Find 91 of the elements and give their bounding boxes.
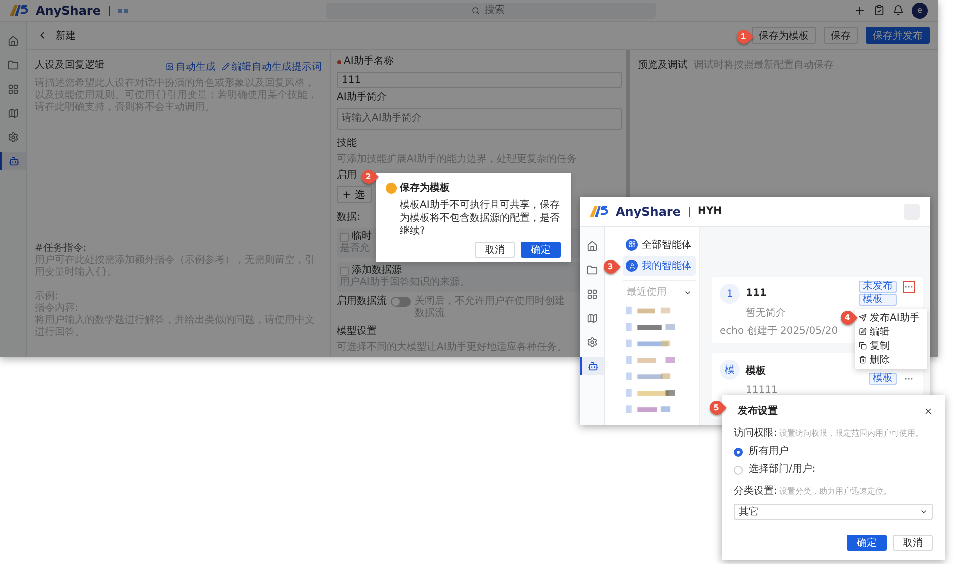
header-button[interactable]: 保存并发布 xyxy=(866,27,930,44)
checkbox[interactable] xyxy=(340,232,349,242)
header-button[interactable]: 保存 xyxy=(824,27,858,44)
plus-icon[interactable] xyxy=(854,4,866,16)
toggle-switch[interactable] xyxy=(391,297,411,307)
search-field[interactable]: 搜索 xyxy=(326,2,656,18)
agent-title: 模板 xyxy=(746,364,766,378)
category-select[interactable]: 其它 xyxy=(734,504,933,520)
workspace-name: HYH xyxy=(698,206,722,217)
rail-item[interactable] xyxy=(0,152,26,170)
agent-description: 暂无简介 xyxy=(746,306,786,320)
grid-icon xyxy=(628,241,636,248)
field-label: 启用 xyxy=(337,170,357,182)
agent-avatar: 1 xyxy=(720,284,740,304)
agent-title: 111 xyxy=(746,288,767,299)
chevron-down-icon xyxy=(920,508,928,516)
radio-label: 选择部门/用户: xyxy=(749,464,816,476)
edit-icon xyxy=(859,328,867,336)
section-title: 人设及回复逻辑 xyxy=(35,60,105,72)
logo-icon xyxy=(590,206,608,217)
grid-icon xyxy=(586,288,598,300)
search-icon xyxy=(472,6,480,14)
gear-icon xyxy=(8,132,18,142)
copy-icon xyxy=(859,342,867,350)
page-title: 新建 xyxy=(56,30,76,42)
field-hint: 设置访问权限，限定范围内用户可使用。 xyxy=(779,428,924,440)
clipboard-check-icon[interactable] xyxy=(874,5,885,16)
logo-icon xyxy=(10,5,28,16)
bot-icon xyxy=(588,360,598,372)
bot-icon xyxy=(8,156,20,166)
status-tag: 模板 xyxy=(869,373,897,385)
logo-text: AnyShare xyxy=(616,204,681,218)
add-skill-button[interactable]: 选 xyxy=(337,186,372,203)
radio-button[interactable] xyxy=(734,448,743,456)
grid-icon xyxy=(8,84,18,94)
option-label: 添加数据源 xyxy=(352,265,402,276)
warning-icon xyxy=(386,182,397,194)
send-icon xyxy=(859,314,867,322)
dialog-message: 模板AI助手不可执行且可共享，保存为模板将不包含数据源的配置，是否继续? xyxy=(400,199,561,238)
dialog-title: 发布设置 xyxy=(738,404,778,418)
gear-icon xyxy=(586,336,598,348)
folder-icon xyxy=(586,264,598,276)
map-icon xyxy=(586,312,598,324)
field-label: 模型设置 xyxy=(337,326,377,338)
dialog-button[interactable]: 取消 xyxy=(475,242,515,258)
radio-label: 所有用户 xyxy=(749,446,789,458)
map-icon xyxy=(8,108,18,118)
nav-item[interactable]: 全部智能体 xyxy=(623,235,696,254)
field-label: 技能 xyxy=(337,138,357,150)
section-title: 预览及调试 xyxy=(638,60,688,72)
field-hint: 设置分类，助力用户迅速定位。 xyxy=(779,486,892,498)
image-icon xyxy=(166,63,174,71)
instruction-line: #任务指令: xyxy=(35,243,88,254)
dialog-title: 保存为模板 xyxy=(400,182,450,195)
name-field[interactable]: 111 xyxy=(337,72,622,88)
dialog-button[interactable]: 确定 xyxy=(521,242,561,258)
trash-icon xyxy=(859,356,867,364)
plus-icon xyxy=(342,190,352,200)
user-icon xyxy=(628,262,636,270)
agent-footer: echo 创建于 2025/05/20 xyxy=(720,324,838,338)
option-label: 临时 xyxy=(352,231,372,242)
field-label: AI助手名称 xyxy=(344,56,394,68)
home-icon xyxy=(586,240,598,252)
agent-description: 11111 xyxy=(746,385,778,396)
status-tag: 模板 xyxy=(859,294,897,306)
field-label: 启用数据流 xyxy=(337,296,387,308)
home-icon xyxy=(8,36,18,46)
field-label: AI助手简介 xyxy=(337,92,387,104)
nav-item[interactable]: 我的智能体 xyxy=(623,256,696,276)
close-icon[interactable] xyxy=(924,406,933,416)
checkbox[interactable] xyxy=(340,266,349,276)
action-link[interactable]: 编辑自动生成提示词 xyxy=(222,60,322,74)
dialog-button[interactable]: 确定 xyxy=(847,535,887,551)
header-button[interactable]: 保存为模板 xyxy=(752,27,816,44)
rail-item[interactable] xyxy=(580,357,604,375)
logo-text: AnyShare xyxy=(36,4,101,18)
dialog-button[interactable]: 取消 xyxy=(893,535,933,551)
bell-icon[interactable] xyxy=(893,5,904,16)
field-label: 分类设置: xyxy=(734,486,778,498)
pixelated-label xyxy=(118,8,128,12)
pencil-icon xyxy=(222,63,230,71)
section-title: 最近使用 xyxy=(627,286,667,299)
field-label: 数据: xyxy=(337,212,360,224)
more-button[interactable] xyxy=(903,281,915,293)
folder-icon xyxy=(8,60,18,70)
user-avatar[interactable]: e xyxy=(912,2,928,18)
field-label: 访问权限: xyxy=(734,428,778,440)
status-tag: 未发布 xyxy=(859,281,897,293)
action-link[interactable]: 自动生成 xyxy=(166,60,216,74)
intro-field[interactable]: 请输入AI助手简介 xyxy=(337,108,622,130)
agent-avatar: 模 xyxy=(720,360,740,380)
